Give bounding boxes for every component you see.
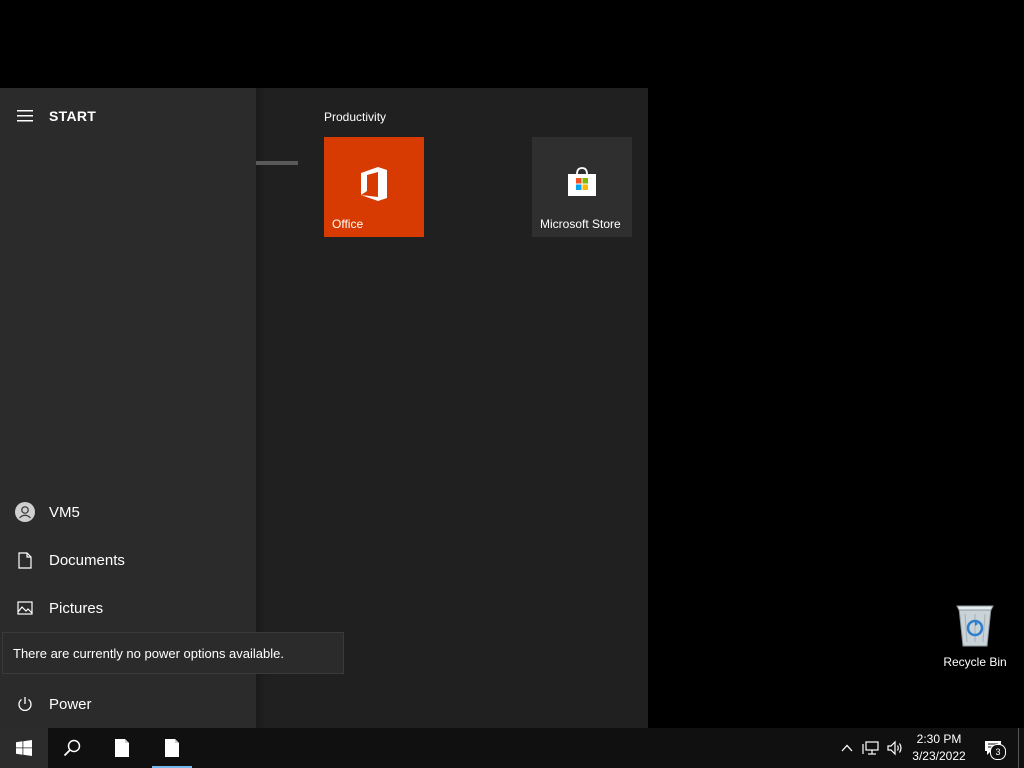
store-tile-label: Microsoft Store: [540, 217, 621, 231]
power-label: Power: [49, 695, 92, 713]
start-title: START: [49, 108, 97, 124]
action-center-button[interactable]: 3: [980, 728, 1006, 768]
notification-count-badge: 3: [990, 744, 1006, 760]
document-icon: [18, 551, 32, 569]
microsoft-store-tile[interactable]: Microsoft Store: [532, 137, 632, 237]
power-tooltip: There are currently no power options ava…: [2, 632, 344, 674]
hamburger-icon: [17, 110, 33, 122]
volume-button[interactable]: [884, 728, 906, 768]
file-icon: [115, 739, 129, 757]
pictures-label: Pictures: [49, 599, 104, 617]
scroll-indicator[interactable]: [256, 161, 298, 165]
search-icon: [63, 739, 81, 757]
network-icon: [862, 741, 879, 755]
windows-logo-icon: [16, 740, 32, 756]
speaker-icon: [887, 740, 902, 756]
user-avatar-icon: [15, 502, 35, 522]
user-name-label: VM5: [49, 503, 80, 521]
search-button[interactable]: [48, 728, 96, 768]
start-button[interactable]: [0, 728, 48, 768]
office-tile-label: Office: [332, 217, 364, 231]
store-bag-icon: [568, 167, 596, 196]
taskbar-clock[interactable]: 2:30 PM 3/23/2022: [904, 731, 974, 765]
pictures-icon: [17, 601, 33, 615]
clock-time: 2:30 PM: [916, 732, 962, 746]
recycle-bin-label: Recycle Bin: [943, 655, 1007, 669]
rail-item-user[interactable]: VM5: [0, 488, 256, 536]
chevron-up-icon: [841, 744, 853, 752]
tile-group-title: Productivity: [324, 110, 387, 124]
expand-menu-button[interactable]: [10, 102, 40, 130]
rail-item-power[interactable]: Power: [0, 680, 256, 728]
office-icon: [361, 167, 387, 201]
taskbar: 2:30 PM 3/23/2022 3: [0, 728, 1024, 768]
rail-item-documents[interactable]: Documents: [0, 536, 256, 584]
rail-item-pictures[interactable]: Pictures: [0, 584, 256, 632]
taskbar-app-file-1[interactable]: [98, 728, 146, 768]
taskbar-app-file-2[interactable]: [148, 728, 196, 768]
documents-label: Documents: [49, 551, 125, 569]
office-tile[interactable]: Office: [324, 137, 424, 237]
show-hidden-icons-button[interactable]: [838, 728, 856, 768]
power-tooltip-text: There are currently no power options ava…: [13, 645, 284, 661]
show-desktop-button[interactable]: [1018, 728, 1024, 768]
clock-date: 3/23/2022: [912, 749, 966, 763]
power-icon: [18, 697, 32, 711]
network-button[interactable]: [860, 728, 882, 768]
recycle-bin-icon: [956, 605, 994, 647]
file-icon: [165, 739, 179, 757]
recycle-bin-desktop-icon[interactable]: Recycle Bin: [940, 600, 1010, 674]
